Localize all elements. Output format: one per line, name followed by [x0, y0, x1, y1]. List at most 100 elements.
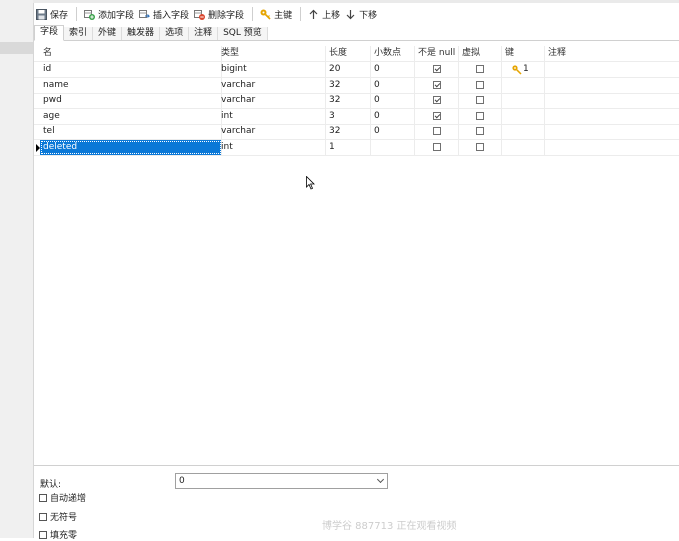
tab-triggers[interactable]: 触发器 — [122, 27, 161, 40]
chevron-down-icon[interactable] — [376, 475, 385, 484]
cell-length[interactable]: 32 — [326, 93, 371, 108]
save-button[interactable]: 保存 — [34, 5, 70, 23]
cell-decimal[interactable]: 0 — [371, 62, 415, 77]
watermark: 博学谷 887713 正在观看视频 — [322, 521, 457, 532]
tab-comment[interactable]: 注释 — [189, 27, 219, 40]
cell-virtual — [459, 124, 502, 139]
cell-type[interactable]: int — [218, 139, 326, 155]
cell-name[interactable]: name — [40, 77, 222, 93]
key-order: 1 — [523, 64, 529, 74]
zerofill-checkbox[interactable] — [39, 530, 47, 539]
column-header-length[interactable]: 长度 — [326, 46, 371, 61]
table-row[interactable]: age int 3 0 — [34, 108, 679, 125]
cell-length[interactable]: 1 — [326, 139, 371, 155]
save-label: 保存 — [50, 10, 69, 21]
tab-fields[interactable]: 字段 — [34, 25, 65, 41]
virtual-checkbox[interactable] — [476, 142, 484, 151]
arrow-up-icon — [308, 9, 319, 20]
cell-type[interactable]: varchar — [218, 77, 326, 93]
tab-foreign-keys[interactable]: 外键 — [93, 27, 123, 40]
cell-key[interactable] — [502, 77, 545, 93]
cell-comment[interactable] — [545, 62, 679, 77]
zerofill-option[interactable]: 填充零 — [39, 528, 77, 541]
primary-key-button[interactable]: 主键 — [258, 5, 294, 23]
column-header-name[interactable]: 名 — [40, 46, 222, 61]
cell-type[interactable]: varchar — [218, 124, 326, 139]
cell-key[interactable] — [502, 93, 545, 108]
key-icon — [260, 9, 271, 20]
cell-decimal[interactable]: 0 — [371, 108, 415, 124]
cell-length[interactable]: 32 — [326, 124, 371, 139]
tab-options[interactable]: 选项 — [160, 27, 190, 40]
cell-length[interactable]: 20 — [326, 62, 371, 77]
grid-header-row: 名 类型 长度 小数点 不是 null 虚拟 键 注释 — [34, 46, 679, 62]
unsigned-option[interactable]: 无符号 — [39, 510, 77, 523]
virtual-checkbox[interactable] — [476, 127, 484, 135]
not-null-checkbox[interactable] — [433, 142, 441, 151]
cell-key[interactable] — [502, 139, 545, 155]
cell-not-null — [415, 77, 459, 93]
cell-type[interactable]: varchar — [218, 93, 326, 108]
unsigned-checkbox[interactable] — [39, 512, 47, 521]
add-field-label: 添加字段 — [98, 10, 135, 21]
cell-type[interactable]: int — [218, 108, 326, 124]
primary-key-icon — [512, 65, 522, 75]
not-null-checkbox[interactable] — [433, 111, 441, 120]
cell-decimal[interactable] — [371, 139, 415, 155]
toolbar-separator — [76, 7, 78, 21]
table-row[interactable]: deleted int 1 — [34, 139, 679, 156]
cell-comment[interactable] — [545, 124, 679, 139]
cell-name[interactable]: tel — [40, 124, 222, 139]
cell-name[interactable]: id — [40, 62, 222, 77]
cell-decimal[interactable]: 0 — [371, 124, 415, 139]
column-header-comment[interactable]: 注释 — [545, 46, 679, 61]
cell-comment[interactable] — [545, 109, 679, 124]
cell-comment[interactable] — [545, 140, 679, 155]
cell-name[interactable]: pwd — [40, 93, 222, 108]
cell-name[interactable]: deleted — [40, 139, 222, 155]
table-row[interactable]: pwd varchar 32 0 — [34, 93, 679, 109]
cell-key[interactable] — [502, 108, 545, 124]
cell-key[interactable] — [502, 124, 545, 139]
virtual-checkbox[interactable] — [476, 65, 484, 73]
cell-type[interactable]: bigint — [218, 62, 326, 77]
add-field-button[interactable]: 添加字段 — [82, 5, 136, 23]
column-header-decimal[interactable]: 小数点 — [371, 46, 415, 61]
table-row[interactable]: name varchar 32 0 — [34, 77, 679, 94]
left-panel-selected-item[interactable] — [0, 42, 33, 54]
not-null-checkbox[interactable] — [433, 80, 441, 89]
column-header-not-null[interactable]: 不是 null — [415, 46, 459, 61]
auto-increment-checkbox[interactable] — [39, 493, 47, 502]
unsigned-label: 无符号 — [50, 513, 78, 523]
cell-length[interactable]: 32 — [326, 77, 371, 93]
delete-field-button[interactable]: 删除字段 — [192, 5, 246, 23]
insert-field-button[interactable]: 插入字段 — [137, 5, 191, 23]
column-header-virtual[interactable]: 虚拟 — [459, 46, 502, 61]
cell-key[interactable]: 1 — [502, 62, 545, 77]
table-row[interactable]: tel varchar 32 0 — [34, 124, 679, 140]
table-row[interactable]: id bigint 20 0 1 — [34, 62, 679, 78]
cell-decimal[interactable]: 0 — [371, 77, 415, 93]
tab-sql-preview[interactable]: SQL 预览 — [218, 27, 268, 40]
virtual-checkbox[interactable] — [476, 111, 484, 120]
cell-length[interactable]: 3 — [326, 108, 371, 124]
tab-indexes[interactable]: 索引 — [64, 27, 94, 40]
default-value-select[interactable]: 0 — [175, 473, 388, 489]
save-icon — [36, 8, 47, 20]
not-null-checkbox[interactable] — [433, 65, 441, 73]
move-up-label: 上移 — [322, 10, 341, 21]
auto-increment-option[interactable]: 自动递增 — [39, 491, 86, 504]
cell-decimal[interactable]: 0 — [371, 93, 415, 108]
column-header-type[interactable]: 类型 — [218, 46, 326, 61]
move-down-button[interactable]: 下移 — [343, 5, 379, 23]
cell-name[interactable]: age — [40, 108, 222, 124]
cell-comment[interactable] — [545, 78, 679, 93]
virtual-checkbox[interactable] — [476, 96, 484, 104]
not-null-checkbox[interactable] — [433, 96, 441, 104]
not-null-checkbox[interactable] — [433, 127, 441, 135]
cell-comment[interactable] — [545, 93, 679, 108]
column-header-key[interactable]: 键 — [502, 46, 545, 61]
move-up-button[interactable]: 上移 — [306, 5, 342, 23]
mouse-cursor-icon — [306, 176, 315, 190]
virtual-checkbox[interactable] — [476, 80, 484, 89]
